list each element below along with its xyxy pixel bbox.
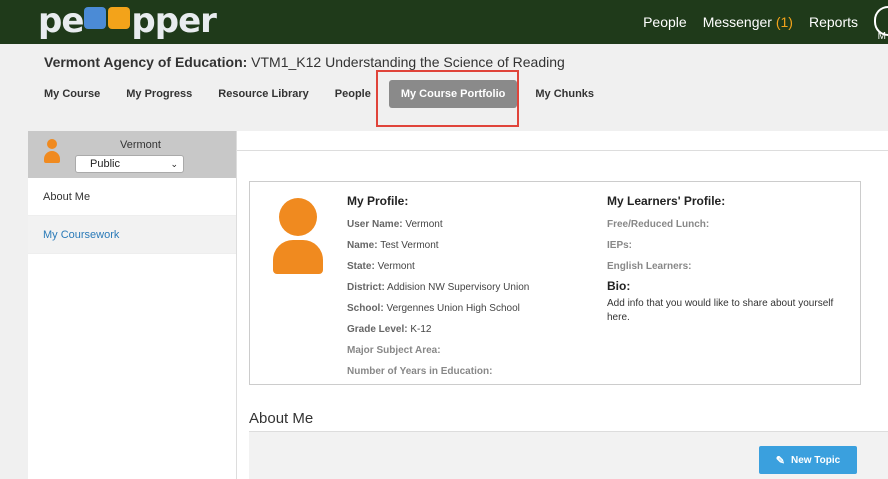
visibility-value: Public	[90, 158, 120, 170]
tab-my-progress[interactable]: My Progress	[118, 80, 200, 108]
top-navigation-bar: pe pper People Messenger (1) Reports M	[0, 0, 888, 44]
new-topic-button[interactable]: ✎ New Topic	[759, 446, 857, 474]
messenger-count-badge: (1)	[775, 14, 793, 30]
my-profile-heading: My Profile:	[347, 194, 409, 208]
sidebar-profile-header: Vermont Public ⌄	[28, 131, 236, 178]
learners-profile-heading: My Learners' Profile:	[607, 194, 726, 208]
edit-icon: ✎	[775, 454, 785, 467]
field-value: Addision NW Supervisory Union	[387, 282, 530, 293]
profile-field-years-education: Number of Years in Education:	[347, 361, 529, 382]
field-value: Vergennes Union High School	[386, 303, 520, 314]
field-value: Vermont	[377, 261, 415, 272]
learner-field-ieps: IEPs:	[607, 235, 837, 256]
field-value: Test Vermont	[380, 240, 439, 251]
profile-field-state: State: Vermont	[347, 256, 529, 277]
tab-resource-library[interactable]: Resource Library	[210, 80, 316, 108]
logo-icon-blue	[84, 7, 107, 29]
field-label: IEPs:	[607, 240, 633, 251]
field-label: Free/Reduced Lunch:	[607, 219, 710, 230]
learner-field-free-lunch: Free/Reduced Lunch:	[607, 214, 837, 235]
tab-people[interactable]: People	[327, 80, 379, 108]
course-title: Vermont Agency of Education: VTM1_K12 Un…	[44, 54, 565, 70]
new-topic-label: New Topic	[790, 454, 841, 466]
logo-text-end: pper	[131, 1, 217, 41]
profile-field-name: Name: Test Vermont	[347, 235, 529, 256]
nav-reports-link[interactable]: Reports	[809, 14, 858, 30]
learner-field-english-learners: English Learners:	[607, 256, 837, 277]
main-content: My Profile: User Name: Vermont Name: Tes…	[237, 131, 888, 479]
nav-people-link[interactable]: People	[643, 14, 687, 30]
chevron-down-icon: ⌄	[170, 159, 178, 169]
bio-heading: Bio:	[607, 279, 631, 293]
highlight-annotation-box	[376, 70, 519, 127]
logo-text-start: pe	[38, 1, 84, 41]
profile-field-username: User Name: Vermont	[347, 214, 529, 235]
profile-avatar-icon	[273, 198, 323, 276]
top-nav: People Messenger (1) Reports	[643, 0, 858, 44]
sidebar-item-about-me[interactable]: About Me	[28, 178, 236, 216]
user-avatar-icon	[44, 139, 60, 167]
course-org: Vermont Agency of Education:	[44, 54, 248, 70]
tab-my-course[interactable]: My Course	[44, 80, 108, 108]
course-name: VTM1_K12 Understanding the Science of Re…	[251, 54, 565, 70]
field-label: School:	[347, 303, 384, 314]
profile-field-school: School: Vergennes Union High School	[347, 298, 529, 319]
sidebar-item-my-coursework[interactable]: My Coursework	[28, 216, 236, 254]
field-label: Number of Years in Education:	[347, 366, 493, 377]
field-label: Major Subject Area:	[347, 345, 441, 356]
profile-field-grade-level: Grade Level: K-12	[347, 319, 529, 340]
course-tabs: My Course My Progress Resource Library P…	[44, 78, 612, 110]
pepper-logo[interactable]: pe pper	[38, 1, 217, 41]
field-value: K-12	[410, 324, 432, 335]
nav-messenger-link[interactable]: Messenger (1)	[703, 14, 793, 30]
logo-icon-orange	[108, 7, 131, 29]
field-value: Vermont	[405, 219, 443, 230]
divider	[237, 150, 888, 151]
field-label: State:	[347, 261, 375, 272]
profile-field-subject-area: Major Subject Area:	[347, 340, 529, 361]
learners-profile-section: My Learners' Profile: Free/Reduced Lunch…	[607, 194, 837, 325]
profile-card: My Profile: User Name: Vermont Name: Tes…	[249, 181, 861, 385]
tab-my-chunks[interactable]: My Chunks	[527, 80, 602, 108]
nav-messenger-label: Messenger	[702, 14, 772, 30]
field-label: Grade Level:	[347, 324, 408, 335]
about-me-section: ✎ New Topic	[249, 431, 888, 479]
user-menu-letter[interactable]: M	[878, 31, 886, 42]
my-profile-section: My Profile: User Name: Vermont Name: Tes…	[347, 194, 529, 382]
field-label: User Name:	[347, 219, 403, 230]
field-label: Name:	[347, 240, 378, 251]
visibility-select[interactable]: Public ⌄	[75, 155, 184, 173]
portfolio-sidebar: Vermont Public ⌄ About Me My Coursework	[28, 131, 237, 479]
field-label: English Learners:	[607, 261, 692, 272]
about-me-heading: About Me	[249, 410, 314, 427]
sidebar-user-name: Vermont	[120, 139, 161, 151]
bio-text: Add info that you would like to share ab…	[607, 298, 834, 323]
field-label: District:	[347, 282, 385, 293]
profile-field-district: District: Addision NW Supervisory Union	[347, 277, 529, 298]
